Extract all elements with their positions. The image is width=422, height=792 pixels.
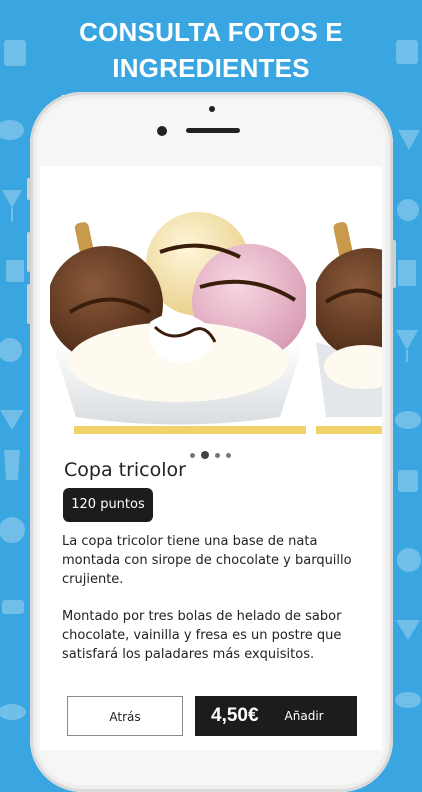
app-screen: Copa tricolor 120 puntos La copa tricolo… (40, 166, 382, 750)
plate-icon (0, 338, 22, 362)
gallery-pagination[interactable] (190, 450, 231, 460)
price-label: 4,50€ (211, 705, 259, 726)
cup-icon (398, 470, 418, 492)
dish-description: La copa tricolor tiene una base de nata … (62, 532, 370, 682)
add-label: Añadir (284, 709, 324, 723)
next-dish-photo-preview (316, 192, 382, 438)
cup-icon (6, 260, 24, 282)
dish-photo (50, 192, 306, 438)
bowl-icon (0, 704, 26, 720)
phone-volume-down (27, 284, 31, 324)
apple-icon (0, 517, 25, 543)
pagination-dot-active[interactable] (201, 451, 209, 459)
dish-photo-gallery[interactable] (50, 192, 382, 438)
plate-icon (397, 199, 419, 221)
burger-icon (395, 411, 421, 429)
description-paragraph-2: Montado por tres bolas de helado de sabo… (62, 609, 342, 662)
sandwich-icon (2, 600, 24, 614)
phone-speaker (186, 128, 240, 133)
cocktail-icon (0, 410, 24, 430)
points-badge: 120 puntos (63, 488, 153, 522)
cocktail-icon (398, 130, 420, 150)
phone-mute-switch (27, 178, 31, 200)
wine-glass-icon (396, 330, 418, 362)
wine-glass-icon (2, 190, 22, 222)
headline-line-1: CONSULTA FOTOS E INGREDIENTES (79, 17, 343, 83)
description-paragraph-1: La copa tricolor tiene una base de nata … (62, 534, 352, 587)
burger-icon (0, 120, 24, 140)
glass-icon (4, 450, 20, 480)
add-to-order-button[interactable]: 4,50€ Añadir (195, 696, 357, 736)
pagination-dot[interactable] (190, 452, 195, 458)
phone-front-camera (157, 126, 167, 136)
dish-title: Copa tricolor (64, 459, 186, 481)
pagination-dot[interactable] (226, 452, 231, 458)
cocktail-icon (396, 620, 420, 640)
bowl-icon (395, 692, 421, 708)
phone-power-button (392, 240, 396, 288)
bottle-icon (398, 260, 416, 286)
phone-volume-up (27, 232, 31, 272)
donut-icon (397, 548, 421, 572)
back-button[interactable]: Atrás (67, 696, 183, 736)
phone-sensor (209, 106, 215, 112)
pagination-dot[interactable] (215, 452, 220, 458)
